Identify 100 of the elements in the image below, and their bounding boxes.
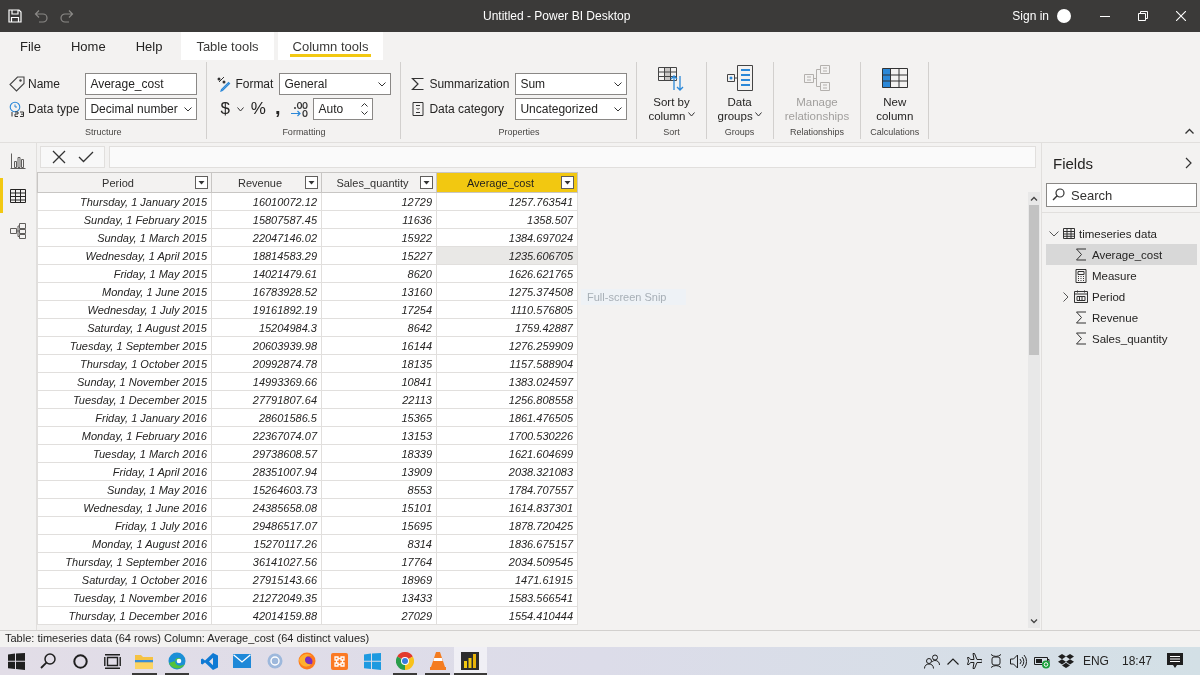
search-icon[interactable]	[40, 653, 56, 669]
ribbon-button[interactable]: Data groups	[715, 65, 764, 126]
tree-item[interactable]: timeseries data	[1042, 223, 1196, 244]
menu-tab[interactable]: Home	[55, 32, 121, 60]
table-cell: 1759.42887	[436, 318, 578, 337]
table-cell: 27791807.64	[211, 390, 322, 409]
caret-icon[interactable]	[236, 106, 244, 112]
vertical-scrollbar[interactable]	[1028, 192, 1040, 628]
field-item[interactable]: Average_cost	[1046, 244, 1197, 265]
dropdown[interactable]: Decimal number	[85, 98, 198, 120]
language-indicator[interactable]: ENG	[1082, 654, 1109, 668]
format-symbol-button[interactable]: ,	[272, 98, 283, 120]
cross-icon[interactable]	[51, 150, 66, 164]
folder-icon	[135, 653, 154, 669]
table-cell: 1383.024597	[436, 372, 578, 391]
table-cell: 1257.763541	[436, 192, 578, 211]
decimal-places-icon[interactable]	[289, 100, 308, 118]
chevron-up-icon[interactable]	[946, 657, 959, 665]
taskbar-app-button[interactable]	[453, 647, 487, 675]
table-cell: 1110.576805	[436, 300, 578, 319]
menu-tab[interactable]: File	[5, 32, 56, 60]
checkmark-icon[interactable]	[77, 151, 94, 163]
dropdown-icon[interactable]	[195, 176, 208, 189]
table-cell: 15270117.26	[211, 534, 322, 553]
table-cell: 14993369.66	[211, 372, 322, 391]
number-field[interactable]: Auto	[312, 98, 373, 120]
chevron-right-icon[interactable]	[1063, 291, 1069, 302]
table-cell: 1275.374508	[436, 282, 578, 301]
table-cell: 13153	[321, 426, 437, 445]
avatar-icon[interactable]	[1057, 9, 1071, 23]
chevron-down-icon[interactable]	[1049, 230, 1059, 237]
column-header[interactable]: Revenue	[211, 172, 322, 193]
dropdown-icon[interactable]	[305, 176, 318, 189]
column-header[interactable]: Sales_quantity	[321, 172, 437, 193]
camera-icon[interactable]	[988, 653, 1003, 669]
table-cell: Tuesday, 1 November 2016	[37, 588, 212, 607]
menu-tab[interactable]: Table tools	[181, 32, 274, 60]
field-item[interactable]: Period	[1046, 286, 1197, 307]
group-label: Structure	[83, 126, 123, 139]
table-cell: 18339	[321, 444, 437, 463]
sign-in-button[interactable]: Sign in	[1012, 9, 1049, 23]
table-cell: 13160	[321, 282, 437, 301]
diamonds-icon[interactable]	[1057, 653, 1074, 669]
speaker-icon[interactable]	[1009, 653, 1027, 669]
sigma-icon	[410, 76, 427, 92]
group-label: Groups	[723, 126, 756, 139]
task-view-icon[interactable]	[103, 653, 121, 669]
table-cell: Saturday, 1 August 2015	[37, 318, 212, 337]
table-cell: Friday, 1 January 2016	[37, 408, 212, 427]
table-cell: 1554.410444	[436, 606, 578, 625]
format-symbol-button[interactable]: $	[218, 99, 232, 119]
column-header[interactable]: Average_cost	[436, 172, 578, 193]
table-icon	[10, 187, 26, 204]
table-cell: Monday, 1 June 2015	[37, 282, 212, 301]
field-item[interactable]: Measure	[1046, 265, 1197, 286]
table-cell: 10841	[321, 372, 437, 391]
table-cell: 1583.566541	[436, 588, 578, 607]
clock-text[interactable]: 18:47	[1121, 654, 1152, 668]
dropdown[interactable]: General	[279, 73, 392, 95]
format-symbol-button[interactable]: %	[248, 99, 268, 119]
save-icon[interactable]	[8, 9, 22, 23]
circle-icon[interactable]	[72, 653, 88, 669]
dropdown[interactable]: Uncategorized	[515, 98, 628, 120]
text-field[interactable]: Average_cost	[85, 73, 198, 95]
table-cell: 42014159.88	[211, 606, 322, 625]
table-cell: 1157.588904	[436, 354, 578, 373]
ribbon-button[interactable]: New column	[874, 65, 916, 126]
field-item[interactable]: Revenue	[1046, 307, 1197, 328]
table-cell: Tuesday, 1 December 2015	[37, 390, 212, 409]
table-cell: 1861.476505	[436, 408, 578, 427]
search-field[interactable]: Search	[1046, 183, 1197, 207]
menu-tab[interactable]: Column tools	[277, 32, 384, 60]
table-cell: 18969	[321, 570, 437, 589]
table-cell: Thursday, 1 January 2015	[37, 192, 212, 211]
table-cell: 12729	[321, 192, 437, 211]
dropdown-icon[interactable]	[561, 176, 574, 189]
formula-input[interactable]	[109, 146, 1036, 168]
people-icon[interactable]	[923, 653, 940, 669]
table-cell: 1836.675157	[436, 534, 578, 553]
column-header[interactable]: Period	[37, 172, 212, 193]
spin-arrows-icon[interactable]	[360, 102, 368, 116]
calendar-icon	[1074, 290, 1088, 303]
chevron-right-icon[interactable]	[1185, 157, 1192, 169]
group-label: Properties	[497, 126, 541, 139]
table-cell: Wednesday, 1 June 2016	[37, 498, 212, 517]
menu-tab[interactable]: Help	[120, 32, 178, 60]
table-cell: Wednesday, 1 April 2015	[37, 246, 212, 265]
ribbon-button[interactable]: Sort by column	[646, 65, 697, 126]
window-panes-icon	[363, 652, 381, 670]
circle-badge-icon	[266, 653, 283, 669]
message-icon[interactable]	[1167, 653, 1183, 669]
dropdown[interactable]: Sum	[515, 73, 628, 95]
airplane-icon[interactable]	[965, 653, 982, 669]
table-cell: Sunday, 1 February 2015	[37, 210, 212, 229]
table-cell: 21272049.35	[211, 588, 322, 607]
field-label: Format	[235, 77, 274, 91]
dropdown-icon[interactable]	[420, 176, 433, 189]
start-menu-icon[interactable]	[7, 652, 25, 670]
field-item[interactable]: Sales_quantity	[1046, 328, 1197, 349]
chevron-up-icon[interactable]	[1185, 128, 1194, 134]
